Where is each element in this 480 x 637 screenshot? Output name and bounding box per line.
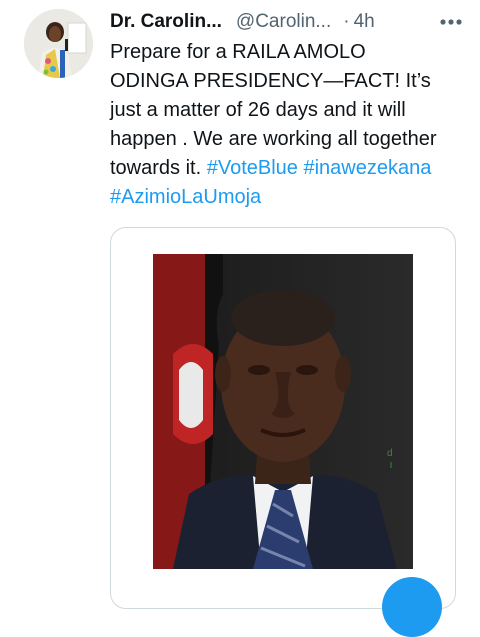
compose-tweet-button[interactable]	[382, 577, 442, 637]
tweet-text-line: towards it.	[110, 157, 202, 179]
author-handle[interactable]: @Carolin...	[236, 11, 331, 33]
hashtag-link[interactable]: #VoteBlue	[207, 157, 298, 179]
tweet-text: Prepare for a RAILA AMOLO ODINGA PRESIDE…	[110, 38, 466, 212]
tweet-timestamp[interactable]: 4h	[354, 11, 375, 33]
hashtag-link[interactable]: #AzimioLaUmoja	[110, 186, 261, 208]
tweet-text-line: happen . We are working all together	[110, 128, 437, 150]
hashtag-link[interactable]: #inawezekana	[303, 157, 431, 179]
portrait-image: d	[153, 254, 413, 569]
tweet-text-line: Prepare for a RAILA AMOLO	[110, 41, 366, 63]
author-display-name[interactable]: Dr. Carolin...	[110, 11, 222, 33]
tweet-photo[interactable]: d	[153, 254, 413, 569]
author-avatar[interactable]	[24, 9, 93, 78]
tweet-header: Dr. Carolin... @Carolin... · 4h	[110, 9, 462, 35]
tweet-text-line: just a matter of 26 days and it will	[110, 99, 406, 121]
watermark-logo: d	[387, 448, 393, 459]
avatar-image	[24, 9, 93, 78]
separator-dot: ·	[343, 11, 350, 32]
more-horizontal-icon[interactable]	[432, 11, 462, 33]
tweet-text-line: ODINGA PRESIDENCY—FACT! It’s	[110, 70, 431, 92]
